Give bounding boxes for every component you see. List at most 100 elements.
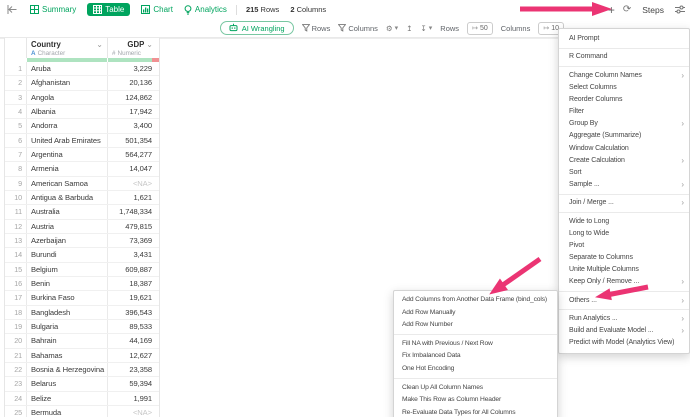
table-row[interactable]: 7 Argentina 564,277 [5, 148, 159, 162]
tab-table[interactable]: Table [87, 3, 130, 16]
collapse-left-icon[interactable] [7, 5, 17, 14]
row-number-cell: 17 [5, 291, 27, 304]
table-row[interactable]: 6 United Arab Emirates 501,354 [5, 134, 159, 148]
menu-item-clean-up-all-column-names[interactable]: Clean Up All Column Names [394, 382, 557, 395]
menu-item-one-hot-encoding[interactable]: One Hot Encoding [394, 363, 557, 376]
menu-item-r-command[interactable]: R Command [559, 51, 689, 63]
table-row[interactable]: 17 Burkina Faso 19,621 [5, 291, 159, 305]
menu-item-re-evaluate-data-types-for-all-columns[interactable]: Re-Evaluate Data Types for All Columns [394, 407, 557, 417]
menu-item-select-columns[interactable]: Select Columns [559, 82, 689, 94]
menu-item-aggregate-summarize[interactable]: Aggregate (Summarize) [559, 130, 689, 142]
menu-item-ai-prompt[interactable]: AI Prompt [559, 33, 689, 45]
table-row[interactable]: 2 Afghanistan 20,136 [5, 76, 159, 90]
chevron-down-icon[interactable]: ⌄ [96, 42, 103, 47]
table-row[interactable]: 9 American Samoa <NA> [5, 177, 159, 191]
submenu-caret-icon: › [681, 313, 684, 325]
table-row[interactable]: 16 Benin 18,387 [5, 277, 159, 291]
menu-item-fix-imbalanced-data[interactable]: Fix Imbalanced Data [394, 350, 557, 363]
menu-item-fill-na-with-previous-next-row[interactable]: Fill NA with Previous / Next Row [394, 338, 557, 351]
table-row[interactable]: 12 Austria 479,815 [5, 220, 159, 234]
table-row[interactable]: 14 Burundi 3,431 [5, 248, 159, 262]
country-cell: Afghanistan [27, 76, 108, 89]
add-step-icon[interactable]: + [608, 4, 615, 16]
tab-chart[interactable]: Chart [141, 5, 173, 14]
row-number-cell: 11 [5, 205, 27, 218]
table-row[interactable]: 3 Angola 124,862 [5, 91, 159, 105]
submenu-caret-icon: › [681, 325, 684, 337]
gdp-cell: 124,862 [108, 91, 159, 104]
table-row[interactable]: 13 Azerbaijan 73,369 [5, 234, 159, 248]
menu-item-pivot[interactable]: Pivot [559, 240, 689, 252]
row-number-cell: 22 [5, 363, 27, 376]
menu-item-separate-to-columns[interactable]: Separate to Columns [559, 252, 689, 264]
submenu-caret-icon: › [681, 197, 684, 209]
menu-item-run-analytics[interactable]: Run Analytics ... › [559, 313, 689, 325]
export-button[interactable]: ↥ [406, 24, 412, 33]
steps-settings-icon[interactable] [675, 5, 685, 14]
table-row[interactable]: 20 Bahrain 44,169 [5, 334, 159, 348]
menu-item-others[interactable]: Others ... › [559, 295, 689, 307]
refresh-icon[interactable]: ⟳ [623, 5, 631, 15]
gdp-cell: 17,942 [108, 105, 159, 118]
menu-item-wide-to-long[interactable]: Wide to Long [559, 216, 689, 228]
menu-item-change-column-names[interactable]: Change Column Names › [559, 70, 689, 82]
menu-item-build-and-evaluate-model[interactable]: Build and Evaluate Model ... › [559, 325, 689, 337]
download-button[interactable]: ↧ ▾ [420, 24, 432, 33]
chart-bars-icon [141, 5, 150, 14]
table-row[interactable]: 10 Antigua & Barbuda 1,621 [5, 191, 159, 205]
table-row[interactable]: 15 Belgium 609,887 [5, 263, 159, 277]
steps-menu: AI Prompt R Command Change Column Names … [558, 28, 690, 354]
table-row[interactable]: 23 Belarus 59,394 [5, 377, 159, 391]
country-cell: Austria [27, 220, 108, 233]
menu-item-add-row-manually[interactable]: Add Row Manually [394, 307, 557, 320]
table-row[interactable]: 11 Australia 1,748,334 [5, 205, 159, 219]
menu-item-sample[interactable]: Sample ... › [559, 179, 689, 191]
gdp-cell: 73,369 [108, 234, 159, 247]
table-row[interactable]: 1 Aruba 3,229 [5, 62, 159, 76]
table-row[interactable]: 21 Bahamas 12,627 [5, 349, 159, 363]
menu-item-reorder-columns[interactable]: Reorder Columns [559, 94, 689, 106]
country-cell: United Arab Emirates [27, 134, 108, 147]
filter-columns-button[interactable]: Columns [338, 24, 378, 33]
steps-header: + ⟳ Steps [608, 0, 685, 19]
row-number-cell: 23 [5, 377, 27, 390]
table-row[interactable]: 24 Belize 1,991 [5, 392, 159, 406]
menu-item-filter[interactable]: Filter [559, 106, 689, 118]
tab-summary[interactable]: Summary [30, 5, 76, 14]
menu-item-long-to-wide[interactable]: Long to Wide [559, 228, 689, 240]
menu-item-predict-with-model-analytics-view[interactable]: Predict with Model (Analytics View) [559, 337, 689, 349]
table-row[interactable]: 19 Bulgaria 89,533 [5, 320, 159, 334]
menu-item-create-calculation[interactable]: Create Calculation › [559, 155, 689, 167]
table-row[interactable]: 5 Andorra 3,400 [5, 119, 159, 133]
row-number-cell: 6 [5, 134, 27, 147]
tab-analytics[interactable]: Analytics [184, 5, 227, 15]
chevron-down-icon[interactable]: ⌄ [146, 42, 153, 47]
ai-wrangling-button[interactable]: AI Wrangling [220, 21, 294, 35]
menu-item-window-calculation[interactable]: Window Calculation [559, 143, 689, 155]
table-row[interactable]: 8 Armenia 14,047 [5, 162, 159, 176]
table-settings-button[interactable]: ⚙ ▾ [386, 24, 398, 33]
menu-item-keep-only-remove[interactable]: Keep Only / Remove ... › [559, 276, 689, 288]
gdp-cell: 59,394 [108, 377, 159, 390]
menu-item-join-merge[interactable]: Join / Merge ... › [559, 197, 689, 209]
table-row[interactable]: 22 Bosnia & Herzegovina 23,358 [5, 363, 159, 377]
filter-rows-button[interactable]: Rows [302, 24, 331, 33]
menu-item-make-this-row-as-column-header[interactable]: Make This Row as Column Header [394, 394, 557, 407]
country-cell: Angola [27, 91, 108, 104]
country-cell: Bulgaria [27, 320, 108, 333]
column-header-country[interactable]: Country ⌄ ACharacter [27, 38, 108, 58]
submenu-caret-icon: › [681, 155, 684, 167]
row-number-cell: 19 [5, 320, 27, 333]
menu-item-unite-multiple-columns[interactable]: Unite Multiple Columns [559, 264, 689, 276]
gdp-cell: 1,748,334 [108, 205, 159, 218]
menu-item-add-row-number[interactable]: Add Row Number [394, 319, 557, 332]
menu-item-add-columns-from-another-data-frame-bind-cols[interactable]: Add Columns from Another Data Frame (bin… [394, 294, 557, 307]
table-row[interactable]: 4 Albania 17,942 [5, 105, 159, 119]
menu-item-sort[interactable]: Sort [559, 167, 689, 179]
menu-item-group-by[interactable]: Group By › [559, 118, 689, 130]
rows-height-input[interactable]: ↦ 50 [467, 22, 493, 35]
gdp-cell: 23,358 [108, 363, 159, 376]
column-header-gdp[interactable]: GDP ⌄ #Numeric [108, 38, 159, 58]
table-row[interactable]: 25 Bermuda <NA> [5, 406, 159, 417]
table-row[interactable]: 18 Bangladesh 396,543 [5, 306, 159, 320]
